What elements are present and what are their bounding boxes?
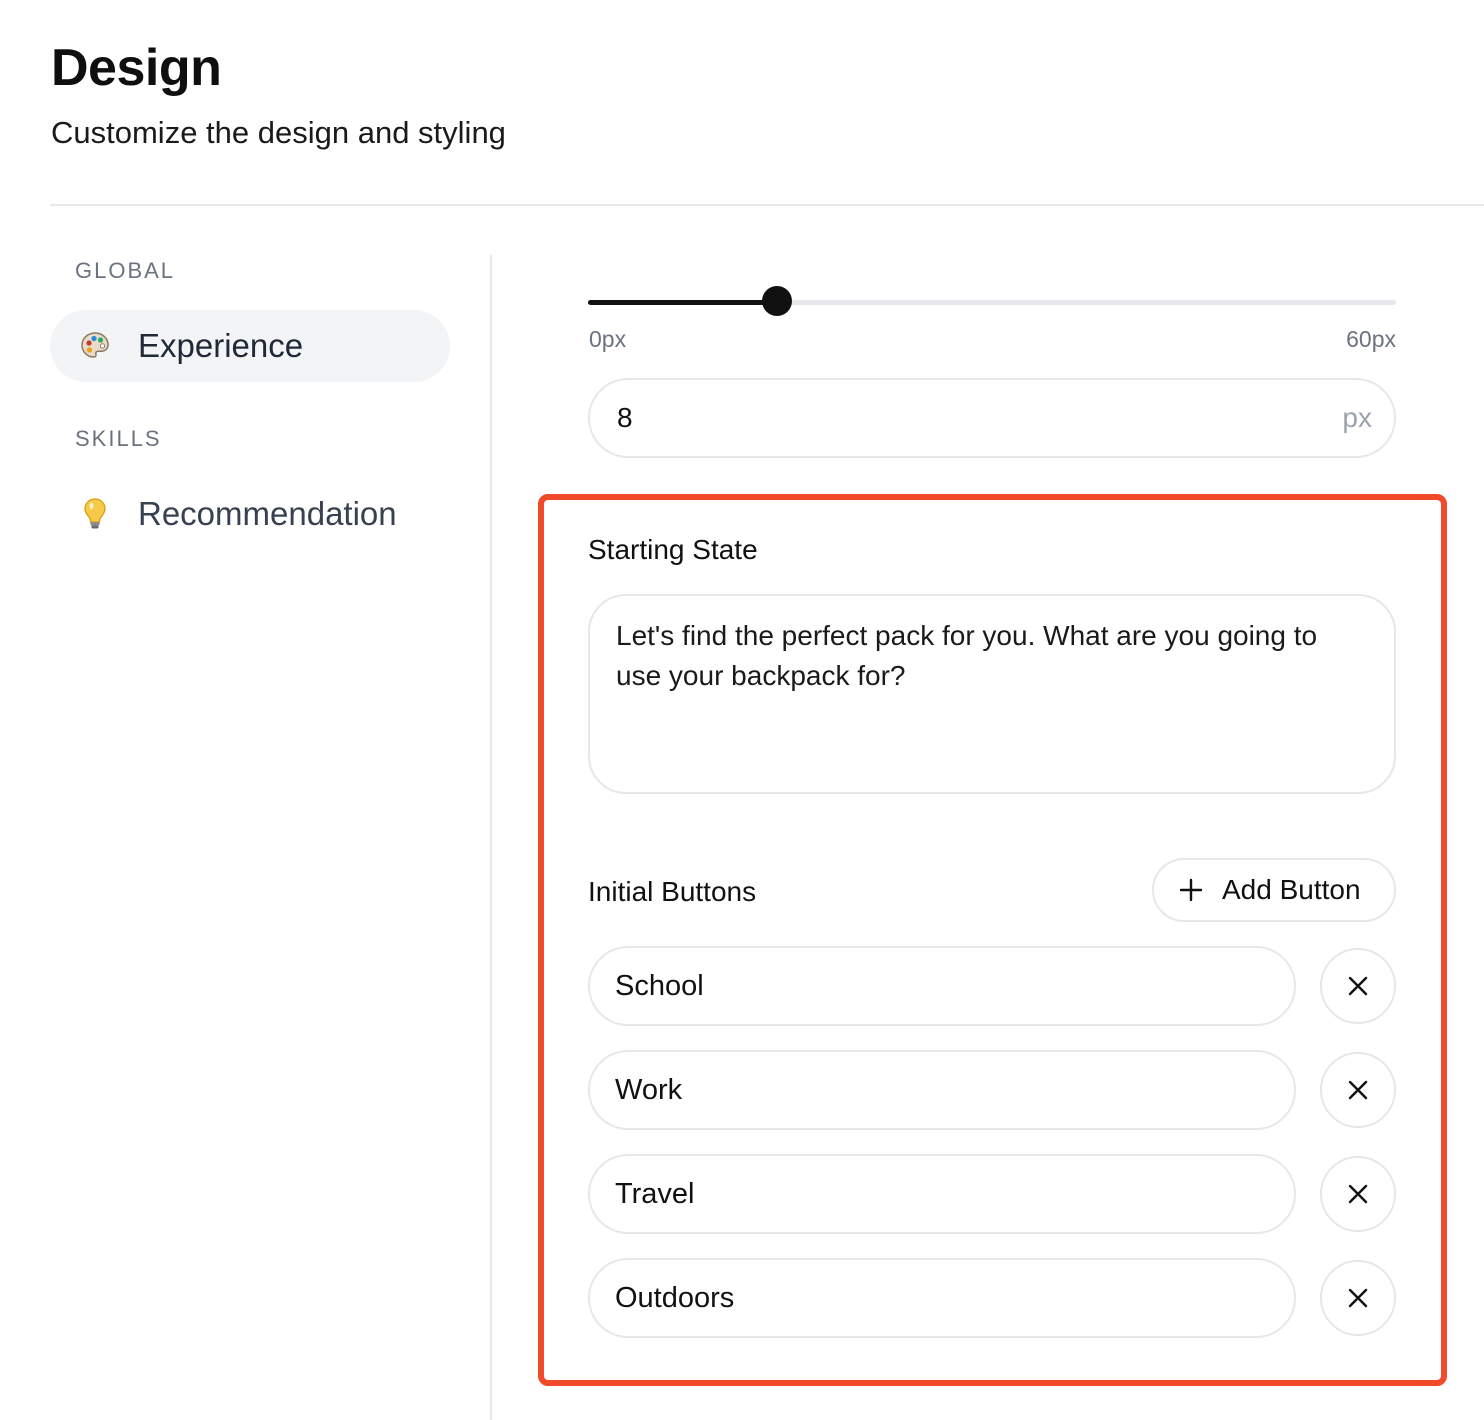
palette-icon (78, 329, 112, 363)
size-slider[interactable] (588, 286, 1396, 316)
close-icon (1348, 1288, 1368, 1308)
sidebar-item-recommendation[interactable]: Recommendation (50, 478, 450, 550)
sidebar-section-global: GLOBAL (75, 258, 176, 283)
close-icon (1348, 1184, 1368, 1204)
remove-option-button[interactable] (1320, 1156, 1396, 1232)
initial-buttons-label: Initial Buttons (588, 876, 757, 907)
sidebar-item-label: Experience (138, 327, 304, 364)
sidebar-section-skills: SKILLS (75, 426, 162, 451)
starting-state-textarea[interactable]: Let's find the perfect pack for you. Wha… (588, 594, 1396, 794)
option-input-work[interactable]: Work (588, 1050, 1296, 1130)
page-title: Design (51, 39, 222, 97)
option-input-outdoors[interactable]: Outdoors (588, 1258, 1296, 1338)
remove-option-button[interactable] (1320, 948, 1396, 1024)
option-input-school[interactable]: School (588, 946, 1296, 1026)
slider-thumb[interactable] (762, 286, 792, 316)
slider-min-label: 0px (589, 326, 627, 352)
starting-state-label: Starting State (588, 534, 758, 565)
option-input-travel[interactable]: Travel (588, 1154, 1296, 1234)
header-divider (50, 204, 1484, 206)
slider-max-label: 60px (1346, 326, 1396, 352)
add-button-label: Add Button (1222, 874, 1361, 905)
size-input-value[interactable]: 8 (617, 402, 633, 434)
add-button[interactable]: Add Button (1152, 858, 1396, 922)
page-subtitle: Customize the design and styling (51, 115, 506, 150)
sidebar-divider (490, 255, 492, 1420)
sidebar-item-label: Recommendation (138, 495, 397, 532)
size-input-unit: px (1342, 402, 1372, 433)
close-icon (1348, 976, 1368, 996)
lightbulb-icon (78, 497, 112, 531)
close-icon (1348, 1080, 1368, 1100)
size-input[interactable]: 8 px (588, 378, 1396, 458)
sidebar-item-experience[interactable]: Experience (50, 310, 450, 382)
remove-option-button[interactable] (1320, 1260, 1396, 1336)
plus-icon (1179, 878, 1203, 902)
remove-option-button[interactable] (1320, 1052, 1396, 1128)
slider-fill (588, 300, 777, 305)
